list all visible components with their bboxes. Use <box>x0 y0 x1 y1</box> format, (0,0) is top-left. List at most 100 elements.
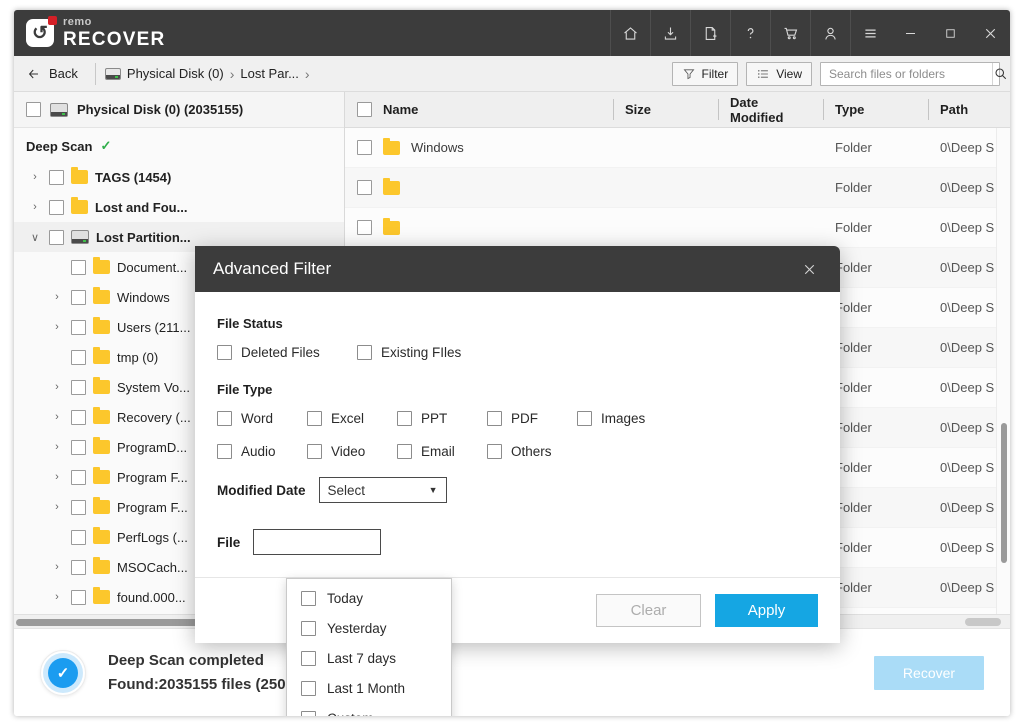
chevron-down-icon[interactable]: ∨ <box>28 231 42 244</box>
tree-item-checkbox[interactable] <box>71 380 86 395</box>
checkbox-box[interactable] <box>301 591 316 606</box>
file-list-vertical-scrollbar[interactable] <box>996 128 1010 614</box>
column-header-name[interactable]: Name <box>345 92 613 127</box>
chevron-right-icon[interactable]: › <box>50 561 64 573</box>
checkbox-box[interactable] <box>307 444 322 459</box>
modified-date-select[interactable]: Select ▼ <box>319 477 447 503</box>
checkbox-box[interactable] <box>301 711 316 717</box>
row-checkbox[interactable] <box>357 140 372 155</box>
column-header-type[interactable]: Type <box>823 92 928 127</box>
checkbox-box[interactable] <box>307 411 322 426</box>
tree-item-checkbox[interactable] <box>71 290 86 305</box>
tree-item-checkbox[interactable] <box>71 320 86 335</box>
table-row[interactable]: WindowsFolder0\Deep S <box>345 128 1010 168</box>
checkbox-ppt[interactable]: PPT <box>397 411 487 426</box>
checkbox-email[interactable]: Email <box>397 444 487 459</box>
checkbox-others[interactable]: Others <box>487 444 577 459</box>
scrollbar-thumb[interactable] <box>1001 423 1007 563</box>
checkbox-existing-files[interactable]: Existing FIles <box>357 345 461 360</box>
checkbox-box[interactable] <box>217 345 232 360</box>
tree-item-checkbox[interactable] <box>71 590 86 605</box>
tree-item-checkbox[interactable] <box>71 260 86 275</box>
close-button[interactable] <box>970 10 1010 56</box>
filter-button[interactable]: Filter <box>672 62 739 86</box>
back-button[interactable]: Back <box>24 64 86 84</box>
recover-button[interactable]: Recover <box>874 656 984 690</box>
view-button[interactable]: View <box>746 62 812 86</box>
menu-icon[interactable] <box>850 10 890 56</box>
dropdown-option[interactable]: Last 1 Month <box>287 673 451 703</box>
checkbox-excel[interactable]: Excel <box>307 411 397 426</box>
tree-item-checkbox[interactable] <box>71 410 86 425</box>
checkbox-deleted-files[interactable]: Deleted Files <box>217 345 357 360</box>
select-all-files-checkbox[interactable] <box>357 102 372 117</box>
download-icon[interactable] <box>650 10 690 56</box>
chevron-right-icon[interactable]: › <box>50 381 64 393</box>
row-checkbox[interactable] <box>357 180 372 195</box>
file-size-input[interactable] <box>253 529 381 555</box>
home-icon[interactable] <box>610 10 650 56</box>
close-icon[interactable] <box>796 256 822 282</box>
tree-item[interactable]: ›Lost and Fou... <box>14 192 344 222</box>
chevron-right-icon[interactable]: › <box>50 591 64 603</box>
tree-item-checkbox[interactable] <box>71 440 86 455</box>
checkbox-box[interactable] <box>577 411 592 426</box>
checkbox-box[interactable] <box>301 681 316 696</box>
chevron-right-icon[interactable]: › <box>50 441 64 453</box>
row-checkbox[interactable] <box>357 220 372 235</box>
dropdown-option[interactable]: Last 7 days <box>287 643 451 673</box>
column-header-size[interactable]: Size <box>613 92 718 127</box>
checkbox-box[interactable] <box>301 621 316 636</box>
checkbox-box[interactable] <box>301 651 316 666</box>
tree-item-checkbox[interactable] <box>49 230 64 245</box>
search-input[interactable] <box>821 63 992 85</box>
chevron-right-icon[interactable]: › <box>50 471 64 483</box>
checkbox-box[interactable] <box>487 411 502 426</box>
tree-item-checkbox[interactable] <box>71 500 86 515</box>
column-header-path[interactable]: Path <box>928 92 1010 127</box>
checkbox-box[interactable] <box>217 411 232 426</box>
tree-item-checkbox[interactable] <box>71 560 86 575</box>
table-row[interactable]: Folder0\Deep S <box>345 208 1010 248</box>
checkbox-box[interactable] <box>487 444 502 459</box>
checkbox-box[interactable] <box>397 444 412 459</box>
tree-item-checkbox[interactable] <box>71 350 86 365</box>
tree-item-checkbox[interactable] <box>49 170 64 185</box>
tree-item-checkbox[interactable] <box>71 530 86 545</box>
chevron-right-icon[interactable]: › <box>28 201 42 213</box>
checkbox-images[interactable]: Images <box>577 411 667 426</box>
cart-icon[interactable] <box>770 10 810 56</box>
table-row[interactable]: Folder0\Deep S <box>345 168 1010 208</box>
checkbox-word[interactable]: Word <box>217 411 307 426</box>
column-header-date-modified[interactable]: Date Modified <box>718 92 823 127</box>
breadcrumb-item-disk[interactable]: Physical Disk (0) <box>105 66 224 81</box>
checkbox-pdf[interactable]: PDF <box>487 411 577 426</box>
select-all-checkbox[interactable] <box>26 102 41 117</box>
help-icon[interactable] <box>730 10 770 56</box>
dropdown-option[interactable]: Yesterday <box>287 613 451 643</box>
clear-button[interactable]: Clear <box>596 594 701 627</box>
apply-button[interactable]: Apply <box>715 594 818 627</box>
dropdown-option[interactable]: Custom <box>287 703 451 716</box>
checkbox-box[interactable] <box>217 444 232 459</box>
chevron-right-icon[interactable]: › <box>50 291 64 303</box>
checkbox-box[interactable] <box>357 345 372 360</box>
chevron-right-icon[interactable]: › <box>50 501 64 513</box>
tree-item-checkbox[interactable] <box>71 470 86 485</box>
minimize-button[interactable] <box>890 10 930 56</box>
checkbox-audio[interactable]: Audio <box>217 444 307 459</box>
tree-item-checkbox[interactable] <box>49 200 64 215</box>
dropdown-option[interactable]: Today <box>287 583 451 613</box>
checkbox-box[interactable] <box>397 411 412 426</box>
account-icon[interactable] <box>810 10 850 56</box>
breadcrumb-item-partition[interactable]: Lost Par... <box>240 66 299 81</box>
chevron-right-icon[interactable]: › <box>28 171 42 183</box>
scrollbar-thumb[interactable] <box>965 618 1001 626</box>
chevron-right-icon[interactable]: › <box>50 411 64 423</box>
chevron-right-icon[interactable]: › <box>50 321 64 333</box>
tree-item[interactable]: ›TAGS (1454) <box>14 162 344 192</box>
maximize-button[interactable] <box>930 10 970 56</box>
new-file-icon[interactable] <box>690 10 730 56</box>
checkbox-video[interactable]: Video <box>307 444 397 459</box>
search-icon[interactable] <box>992 63 1008 85</box>
